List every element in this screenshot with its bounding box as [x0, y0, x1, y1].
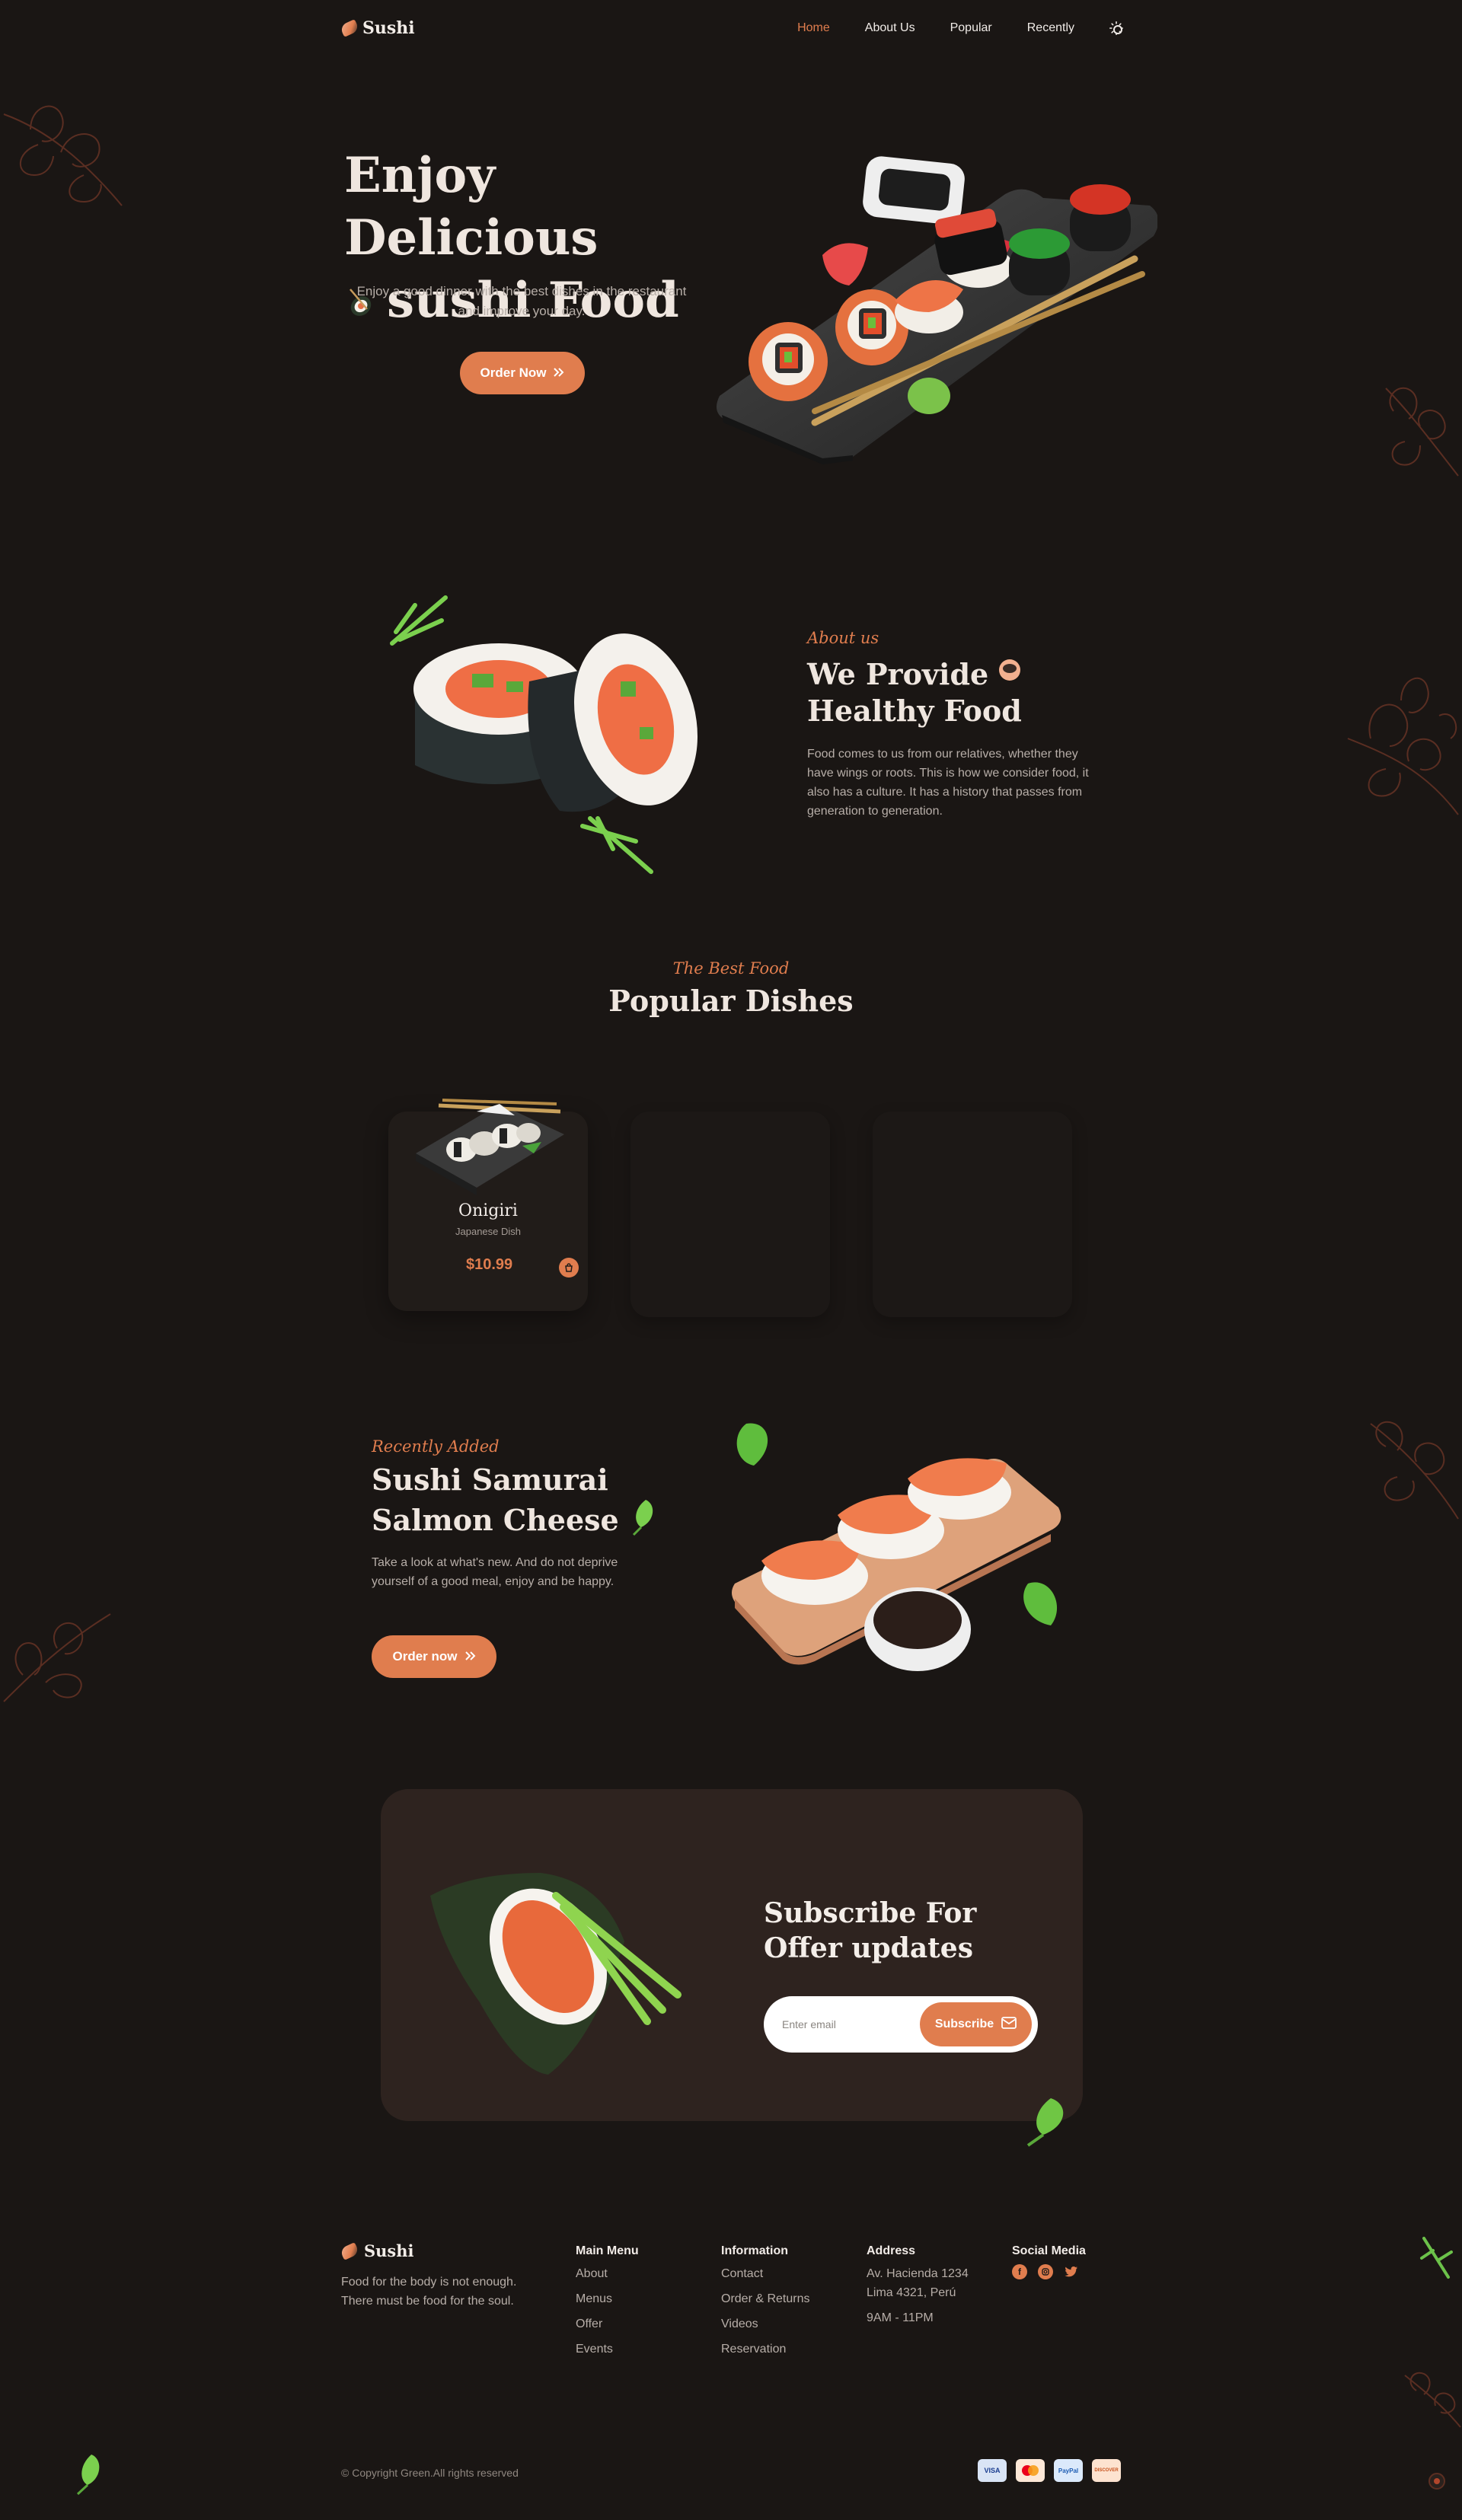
dish-description: Japanese Dish	[455, 1226, 521, 1237]
onigiri-image	[408, 1089, 568, 1203]
about-title-line2: Healthy Food	[807, 694, 1022, 728]
instagram-icon[interactable]	[1038, 2264, 1053, 2279]
footer-about: Food for the body is not enough. There m…	[341, 2276, 517, 2308]
green-leaf-subscribe	[1020, 2095, 1074, 2148]
dish-name: Onigiri	[458, 1201, 518, 1220]
temaki-image	[426, 1865, 701, 2078]
sushi-logo-icon	[339, 2241, 360, 2260]
hero-description: Enjoy a good dinner with the best dishes…	[356, 284, 687, 318]
subscribe-label: Subscribe	[934, 2018, 994, 2030]
footer-link-reservation[interactable]: Reservation	[721, 2340, 809, 2359]
green-leaf-icon	[629, 1498, 656, 1545]
brand-logo[interactable]: Sushi	[339, 18, 415, 38]
footer-link-videos[interactable]: Videos	[721, 2314, 809, 2333]
about-title: We Provide Healthy Food	[807, 653, 1127, 729]
leaf-decoration-right-2	[1340, 670, 1462, 822]
footer-main-menu-title: Main Menu	[576, 2244, 639, 2257]
sushi-logo-icon	[339, 19, 360, 37]
subscribe-form: Subscribe	[764, 1996, 1038, 2053]
footer-link-menus[interactable]: Menus	[576, 2289, 639, 2308]
subscribe-title: Subscribe For Offer updates	[764, 1896, 1007, 1966]
green-leaf-right	[1418, 2235, 1456, 2281]
sushi-platter-image	[708, 152, 1159, 472]
salmon-nigiri-image	[723, 1416, 1081, 1690]
site-header: Sushi Home About Us Popular Recently	[0, 0, 1462, 61]
dish-card-placeholder	[630, 1112, 830, 1317]
subscribe-title-line2: Offer updates	[764, 1932, 973, 1964]
subscribe-button[interactable]: Subscribe	[920, 2002, 1032, 2046]
footer-information: Information Contact Order & Returns Vide…	[721, 2244, 809, 2365]
footer-link-offer[interactable]: Offer	[576, 2314, 639, 2333]
leaf-decoration-left-2	[0, 1599, 114, 1705]
footer-information-title: Information	[721, 2244, 788, 2257]
footer-address-title: Address	[867, 2244, 916, 2257]
twitter-icon[interactable]	[1064, 2264, 1079, 2279]
sun-icon[interactable]	[1109, 21, 1124, 36]
double-chevron-right-icon	[464, 1649, 476, 1664]
footer-address: Address Av. Hacienda 1234 Lima 4321, Per…	[867, 2244, 969, 2333]
nav-about-us[interactable]: About Us	[865, 21, 915, 35]
footer-link-about[interactable]: About	[576, 2264, 639, 2283]
about-description: Food comes to us from our relatives, whe…	[807, 748, 1089, 818]
hero-title-line1: Enjoy Delicious	[344, 147, 599, 266]
recently-description: Take a look at what's new. And do not de…	[372, 1556, 618, 1588]
scroll-top-button[interactable]	[1428, 2473, 1445, 2490]
footer-hours: 9AM - 11PM	[867, 2311, 934, 2324]
order-now-label: Order Now	[480, 365, 547, 380]
paypal-icon: PayPal	[1054, 2459, 1083, 2482]
subscribe-title-line1: Subscribe For	[764, 1897, 977, 1929]
main-nav: Home About Us Popular Recently	[797, 21, 1124, 36]
dish-price: $10.99	[466, 1256, 513, 1273]
dish-card-placeholder	[873, 1112, 1072, 1317]
green-leaf-bottom-left	[69, 2451, 107, 2497]
footer-link-order-returns[interactable]: Order & Returns	[721, 2289, 809, 2308]
footer-social-title: Social Media	[1012, 2244, 1086, 2257]
email-input[interactable]	[782, 2018, 920, 2030]
footer-address-line2: Lima 4321, Perú	[867, 2286, 956, 2299]
leaf-decoration-right-3	[1363, 1416, 1462, 1523]
copyright: © Copyright Green.All rights reserved	[341, 2467, 519, 2479]
about-title-line1: We Provide	[807, 657, 989, 691]
footer-link-events[interactable]: Events	[576, 2340, 639, 2359]
mail-icon	[1001, 2016, 1017, 2033]
footer-address-line1: Av. Hacienda 1234	[867, 2267, 969, 2280]
dish-card[interactable]: Onigiri Japanese Dish $10.99	[388, 1099, 588, 1311]
add-to-cart-icon[interactable]	[559, 1258, 579, 1278]
footer-brand-name: Sushi	[364, 2241, 414, 2260]
recently-title-line1: Sushi Samurai	[372, 1463, 608, 1497]
leaf-decoration-right-1	[1378, 381, 1462, 480]
recently-title: Sushi Samurai Salmon Cheese	[372, 1462, 691, 1545]
sushi-bowl-icon	[998, 653, 1021, 690]
recently-subtitle: Recently Added	[372, 1437, 500, 1456]
popular-title: Popular Dishes	[608, 984, 854, 1018]
footer-link-contact[interactable]: Contact	[721, 2264, 809, 2283]
order-now-label: Order now	[392, 1649, 458, 1664]
order-now-button[interactable]: Order Now	[460, 352, 585, 394]
nav-popular[interactable]: Popular	[950, 21, 992, 35]
mastercard-icon	[1016, 2459, 1045, 2482]
brand-name: Sushi	[362, 18, 415, 38]
about-subtitle: About us	[807, 629, 879, 647]
nav-recently[interactable]: Recently	[1027, 21, 1074, 35]
nav-home[interactable]: Home	[797, 21, 830, 35]
facebook-icon[interactable]: f	[1012, 2264, 1027, 2279]
double-chevron-right-icon	[554, 365, 564, 381]
footer-logo[interactable]: Sushi	[339, 2241, 414, 2260]
footer-main-menu: Main Menu About Menus Offer Events	[576, 2244, 639, 2365]
leaf-decoration-top-left	[0, 99, 129, 213]
footer-social: Social Media f	[1012, 2244, 1086, 2279]
discover-icon: DISCOVER	[1092, 2459, 1121, 2482]
order-now-button-recent[interactable]: Order now	[372, 1635, 496, 1678]
visa-icon: VISA	[978, 2459, 1007, 2482]
popular-subtitle: The Best Food	[672, 959, 790, 978]
sushi-rolls-image	[385, 590, 742, 879]
leaf-decoration-bottom-right	[1401, 2368, 1462, 2429]
recently-title-line2: Salmon Cheese	[372, 1503, 619, 1537]
